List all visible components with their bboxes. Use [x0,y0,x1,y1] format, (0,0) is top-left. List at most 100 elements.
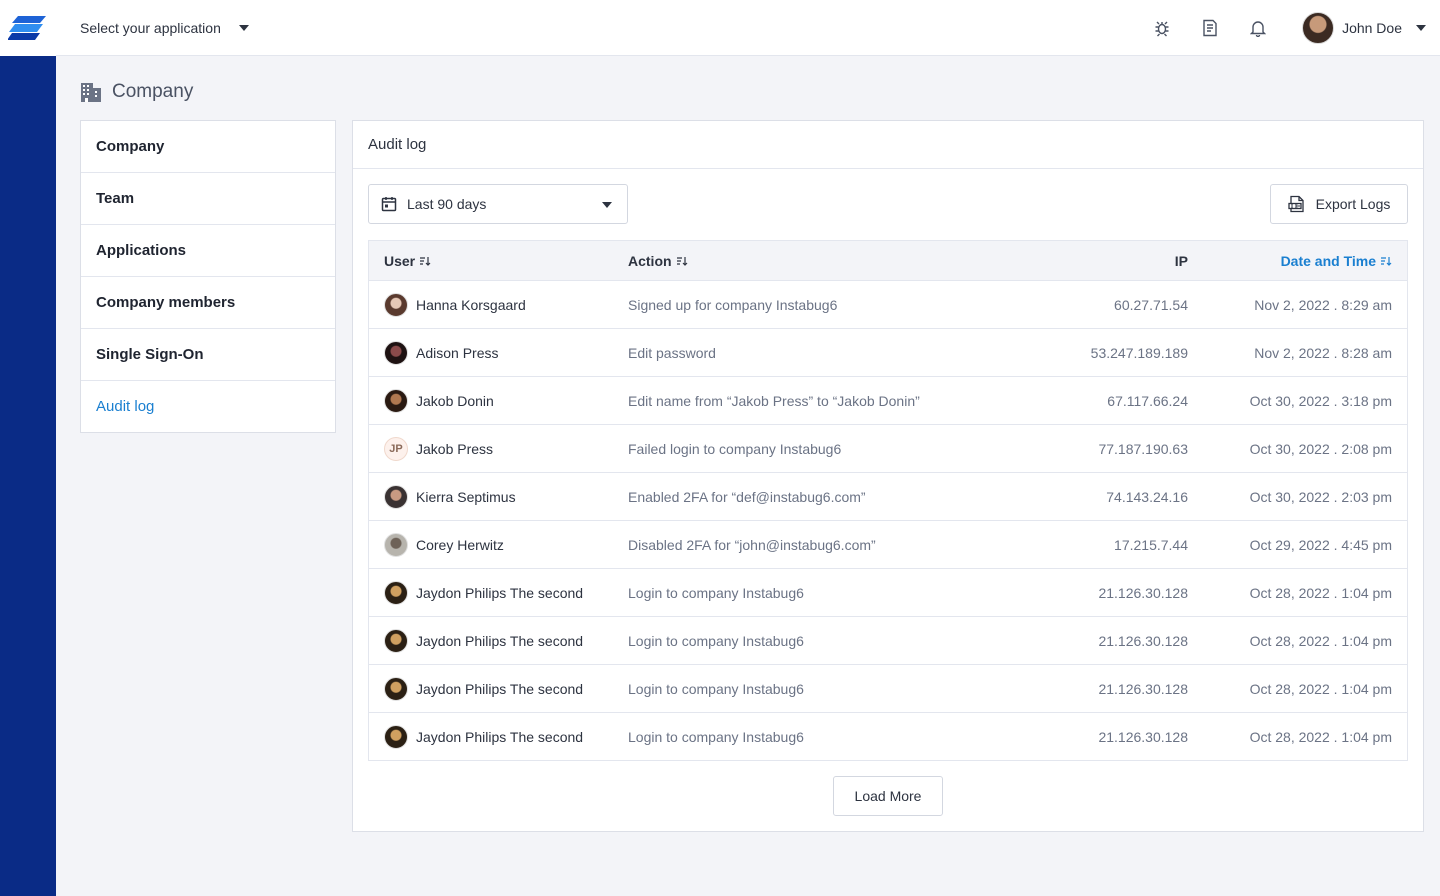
avatar [384,293,408,317]
row-ip: 74.143.24.16 [1106,489,1188,505]
row-user: Jaydon Philips The second [416,681,584,697]
row-date: Nov 2, 2022 . 8:29 am [1254,297,1392,313]
top-bar-actions: John Doe [1138,0,1426,56]
row-ip: 67.117.66.24 [1107,393,1188,409]
bug-icon[interactable] [1138,0,1186,56]
row-date: Oct 30, 2022 . 2:08 pm [1249,441,1392,457]
table-row[interactable]: Hanna Korsgaard Signed up for company In… [369,281,1407,329]
row-ip: 21.126.30.128 [1098,729,1188,745]
row-ip: 53.247.189.189 [1090,345,1188,361]
sidebar-item-team[interactable]: Team [81,173,335,225]
avatar [384,725,408,749]
row-date: Oct 28, 2022 . 1:04 pm [1249,585,1392,601]
sidebar-item-applications[interactable]: Applications [81,225,335,277]
application-select-label: Select your application [80,19,221,36]
row-action: Enabled 2FA for “def@instabug6.com” [628,489,866,505]
date-range-select[interactable]: Last 90 days [368,184,628,224]
column-header-label: User [384,253,416,269]
avatar [384,677,408,701]
table-row[interactable]: Jakob Donin Edit name from “Jakob Press”… [369,377,1407,425]
column-header-date[interactable]: Date and Time [1281,241,1392,281]
left-rail [0,0,56,896]
table-row[interactable]: Jaydon Philips The second Login to compa… [369,665,1407,713]
export-logs-button[interactable]: Export Logs [1270,184,1408,224]
row-action: Edit name from “Jakob Press” to “Jakob D… [628,393,920,409]
column-header-ip[interactable]: IP [1175,241,1188,281]
sidebar-item-audit-log[interactable]: Audit log [81,381,335,432]
audit-log-panel: Audit log Last 90 days Export Logs User … [352,120,1424,832]
avatar [384,533,408,557]
row-date: Oct 28, 2022 . 1:04 pm [1249,633,1392,649]
chevron-down-icon [238,24,249,31]
row-user: Jaydon Philips The second [416,729,584,745]
row-user: Jakob Donin [416,393,494,409]
building-icon [81,83,101,102]
export-logs-label: Export Logs [1315,196,1391,212]
panel-title: Audit log [353,121,1423,169]
document-icon[interactable] [1186,0,1234,56]
avatar [384,341,408,365]
user-menu[interactable]: John Doe [1302,12,1426,44]
row-ip: 17.215.7.44 [1114,537,1188,553]
chevron-down-icon [1416,25,1426,31]
column-header-user[interactable]: User [384,241,431,281]
settings-sidebar: Company Team Applications Company member… [80,120,336,433]
table-row[interactable]: Adison Press Edit password 53.247.189.18… [369,329,1407,377]
load-more-button[interactable]: Load More [833,776,943,816]
bell-icon[interactable] [1234,0,1282,56]
sidebar-item-company-members[interactable]: Company members [81,277,335,329]
row-user: Jakob Press [416,441,494,457]
table-row[interactable]: JP Jakob Press Failed login to company In… [369,425,1407,473]
row-ip: 21.126.30.128 [1098,681,1188,697]
row-date: Oct 30, 2022 . 3:18 pm [1249,393,1392,409]
row-action: Login to company Instabug6 [628,729,804,745]
sort-icon [420,257,431,266]
column-header-action[interactable]: Action [628,241,688,281]
avatar [384,485,408,509]
sort-icon [1381,257,1392,266]
row-action: Login to company Instabug6 [628,681,804,697]
table-row[interactable]: Jaydon Philips The second Login to compa… [369,713,1407,760]
row-user: Jaydon Philips The second [416,633,584,649]
row-action: Login to company Instabug6 [628,585,804,601]
row-date: Oct 30, 2022 . 2:03 pm [1249,489,1392,505]
row-date: Nov 2, 2022 . 8:28 am [1254,345,1392,361]
top-bar: Select your application John Doe [56,0,1440,56]
table-row[interactable]: Jaydon Philips The second Login to compa… [369,569,1407,617]
csv-file-icon [1287,195,1304,213]
avatar [384,629,408,653]
row-user: Kierra Septimus [416,489,516,505]
row-action: Failed login to company Instabug6 [628,441,842,457]
row-ip: 77.187.190.63 [1098,441,1188,457]
date-range-value: Last 90 days [407,196,487,212]
application-select[interactable]: Select your application [80,20,249,36]
row-action: Login to company Instabug6 [628,633,804,649]
row-action: Edit password [628,345,716,361]
sidebar-item-company[interactable]: Company [81,121,335,173]
column-header-label: Action [628,253,672,269]
calendar-icon [381,197,397,212]
row-ip: 21.126.30.128 [1098,633,1188,649]
row-user: Adison Press [416,345,499,361]
brand-logo-icon[interactable] [0,0,56,56]
row-action: Signed up for company Instabug6 [628,297,838,313]
column-header-label: IP [1174,253,1188,269]
table-row[interactable]: Kierra Septimus Enabled 2FA for “def@ins… [369,473,1407,521]
column-header-label: Date and Time [1280,253,1376,269]
row-ip: 60.27.71.54 [1114,297,1188,313]
avatar [384,389,408,413]
row-date: Oct 29, 2022 . 4:45 pm [1249,537,1392,553]
row-action: Disabled 2FA for “john@instabug6.com” [628,537,876,553]
avatar [384,581,408,605]
audit-log-table: User Action IP Date and Time Hanna Korsg… [368,240,1408,761]
sort-icon [676,257,687,266]
sidebar-item-single-sign-on[interactable]: Single Sign-On [81,329,335,381]
table-row[interactable]: Corey Herwitz Disabled 2FA for “john@ins… [369,521,1407,569]
row-date: Oct 28, 2022 . 1:04 pm [1249,681,1392,697]
row-user: Jaydon Philips The second [416,585,584,601]
avatar [1302,12,1335,44]
row-user: Corey Herwitz [416,537,504,553]
page-title-text: Company [112,81,194,102]
table-row[interactable]: Jaydon Philips The second Login to compa… [369,617,1407,665]
row-ip: 21.126.30.128 [1098,585,1188,601]
